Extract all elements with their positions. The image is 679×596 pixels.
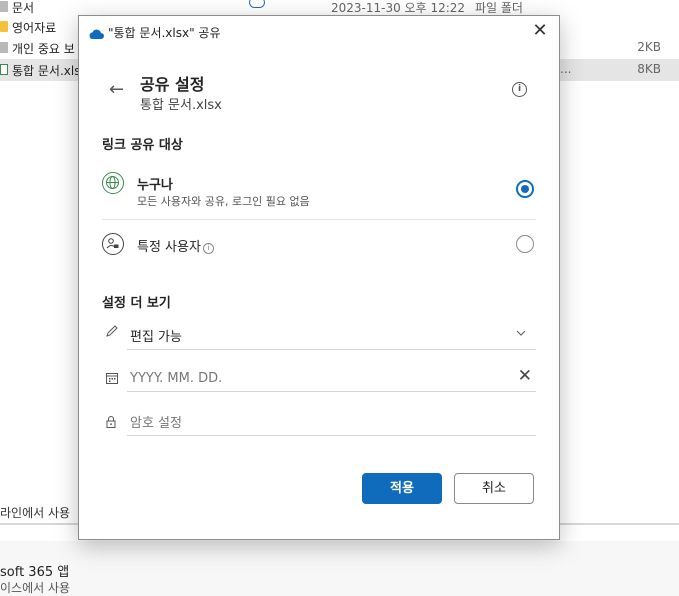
radio-anyone[interactable] (516, 180, 534, 198)
folder-icon (0, 21, 8, 32)
section-title-more-settings: 설정 더 보기 (102, 296, 171, 311)
file-date: 2023-11-30 오후 12:22 (331, 1, 466, 15)
file-size: 8KB (637, 62, 661, 76)
clear-date-icon[interactable]: ✕ (518, 366, 532, 386)
lock-icon (105, 415, 117, 433)
background-text: 라인에서 사용 (0, 506, 71, 520)
file-name-subtitle: 통합 문서.xlsx (140, 98, 222, 113)
field-underline (127, 391, 536, 392)
option-label: 누구나 (137, 178, 173, 193)
cancel-button[interactable]: 취소 (454, 473, 534, 504)
file-name: 영어자료 (12, 21, 57, 35)
close-icon[interactable]: ✕ (529, 20, 551, 42)
expiry-date-placeholder: YYYY. MM. DD. (130, 371, 223, 386)
option-specific-people[interactable]: 특정 사용자 i (102, 232, 536, 258)
onedrive-cloud-icon (88, 25, 104, 44)
file-size: 2KB (637, 40, 661, 54)
background-text: soft 365 앱 (0, 565, 70, 580)
option-description: 모든 사용자와 공유, 로그인 필요 없음 (137, 195, 310, 208)
field-underline (127, 435, 536, 436)
lower-panel (0, 541, 679, 596)
user-lock-icon (102, 233, 124, 255)
info-icon[interactable]: i (202, 243, 214, 254)
expiry-date-field[interactable]: YYYY. MM. DD. ✕ (102, 362, 536, 392)
permission-value: 편집 가능 (130, 330, 182, 345)
pencil-icon (105, 324, 119, 342)
option-label: 특정 사용자 i (137, 236, 214, 255)
file-name: 통합 문서.xls (12, 64, 81, 78)
share-dialog: "통합 문서.xlsx" 공유 ✕ ← 공유 설정 통합 문서.xlsx i 링… (78, 15, 560, 540)
section-title-link-share: 링크 공유 대상 (102, 138, 183, 153)
password-placeholder: 암호 설정 (130, 416, 182, 431)
document-icon (0, 1, 8, 12)
dialog-titlebar: "통합 문서.xlsx" 공유 ✕ (79, 16, 559, 46)
password-field[interactable]: 암호 설정 (102, 406, 536, 436)
file-name: 개인 중요 보 (12, 42, 75, 56)
file-type: 파일 폴더 (475, 1, 523, 15)
divider (102, 219, 536, 220)
chevron-down-icon (516, 326, 526, 340)
calendar-icon (105, 371, 119, 389)
info-icon[interactable]: i (512, 82, 527, 97)
option-label-text: 특정 사용자 (137, 240, 201, 255)
globe-icon (102, 172, 124, 194)
permission-dropdown[interactable]: 편집 가능 (102, 320, 536, 350)
apply-button[interactable]: 적용 (362, 473, 442, 504)
background-text: 이스에서 사용 (0, 581, 71, 595)
radio-specific-people[interactable] (516, 235, 534, 253)
file-name: 문서 (12, 1, 35, 15)
cloud-status-icon (249, 0, 265, 8)
document-icon (0, 42, 8, 53)
option-anyone[interactable]: 누구나 모든 사용자와 공유, 로그인 필요 없음 (102, 172, 536, 212)
file-status-ellipsis: ... (560, 62, 572, 76)
back-arrow-icon[interactable]: ← (109, 80, 129, 100)
page-title: 공유 설정 (140, 75, 205, 94)
excel-file-icon (0, 64, 8, 75)
dialog-title: "통합 문서.xlsx" 공유 (108, 26, 221, 40)
field-underline (127, 349, 536, 350)
